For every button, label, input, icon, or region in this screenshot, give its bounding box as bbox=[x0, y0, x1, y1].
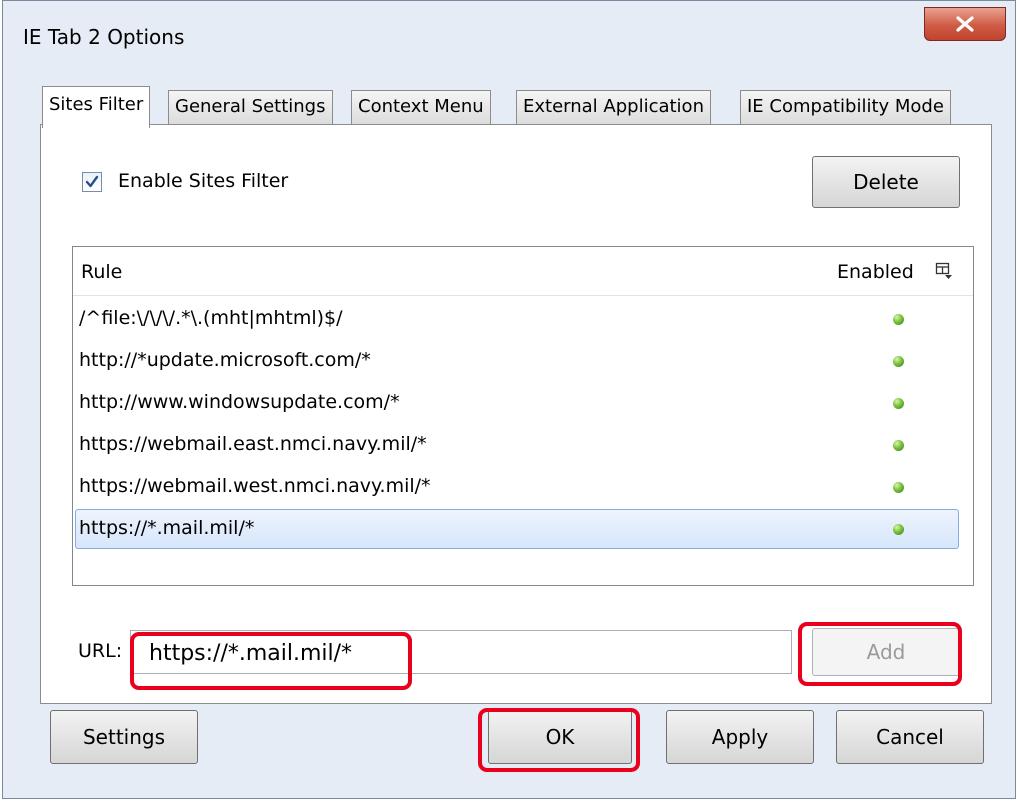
tab-sites-filter[interactable]: Sites Filter bbox=[42, 86, 151, 128]
url-label: URL: bbox=[78, 640, 123, 662]
delete-button[interactable]: Delete bbox=[812, 156, 960, 208]
column-header-rule[interactable]: Rule bbox=[81, 261, 122, 283]
cancel-button[interactable]: Cancel bbox=[836, 710, 984, 764]
rule-text: /^file:\/\/\/.*\.(mht|mhtml)$/ bbox=[79, 307, 343, 329]
add-button[interactable]: Add bbox=[812, 628, 960, 676]
rule-row[interactable]: http://www.windowsupdate.com/* bbox=[75, 383, 959, 423]
title-bar[interactable]: IE Tab 2 Options bbox=[3, 1, 1015, 81]
column-picker-icon[interactable] bbox=[935, 262, 953, 284]
settings-button[interactable]: Settings bbox=[50, 710, 198, 764]
ok-button[interactable]: OK bbox=[488, 710, 632, 764]
enabled-status-icon[interactable] bbox=[893, 314, 904, 325]
rule-row[interactable]: http://*update.microsoft.com/* bbox=[75, 341, 959, 381]
enabled-status-icon[interactable] bbox=[893, 356, 904, 367]
column-header-enabled[interactable]: Enabled bbox=[837, 261, 914, 283]
tab-general-settings[interactable]: General Settings bbox=[168, 90, 333, 124]
rule-text: https://webmail.west.nmci.navy.mil/* bbox=[79, 475, 431, 497]
url-input-value: https://*.mail.mil/* bbox=[149, 641, 353, 666]
rule-text: https://*.mail.mil/* bbox=[79, 517, 255, 539]
enable-sites-filter-label[interactable]: Enable Sites Filter bbox=[118, 170, 288, 192]
rule-text: http://*update.microsoft.com/* bbox=[79, 349, 371, 371]
enabled-status-icon[interactable] bbox=[893, 398, 904, 409]
url-input[interactable]: https://*.mail.mil/* bbox=[130, 630, 792, 674]
tab-context-menu[interactable]: Context Menu bbox=[351, 90, 491, 124]
rule-row[interactable]: /^file:\/\/\/.*\.(mht|mhtml)$/ bbox=[75, 299, 959, 339]
close-button[interactable] bbox=[924, 7, 1006, 41]
rule-row-selected[interactable]: https://*.mail.mil/* bbox=[75, 509, 959, 549]
tab-ie-compatibility-mode[interactable]: IE Compatibility Mode bbox=[740, 90, 951, 124]
rule-row[interactable]: https://webmail.west.nmci.navy.mil/* bbox=[75, 467, 959, 507]
enabled-status-icon[interactable] bbox=[893, 440, 904, 451]
rule-text: http://www.windowsupdate.com/* bbox=[79, 391, 400, 413]
rule-row[interactable]: https://webmail.east.nmci.navy.mil/* bbox=[75, 425, 959, 465]
window-title: IE Tab 2 Options bbox=[23, 25, 185, 49]
list-header: Rule Enabled bbox=[73, 247, 973, 296]
apply-button[interactable]: Apply bbox=[666, 710, 814, 764]
tab-external-application[interactable]: External Application bbox=[516, 90, 711, 124]
enable-sites-filter-checkbox[interactable] bbox=[82, 172, 102, 192]
enabled-status-icon[interactable] bbox=[893, 482, 904, 493]
enabled-status-icon[interactable] bbox=[893, 524, 904, 535]
rules-list[interactable]: Rule Enabled /^file:\/\/\/.*\.(mht|mhtml… bbox=[72, 246, 974, 586]
rule-text: https://webmail.east.nmci.navy.mil/* bbox=[79, 433, 427, 455]
